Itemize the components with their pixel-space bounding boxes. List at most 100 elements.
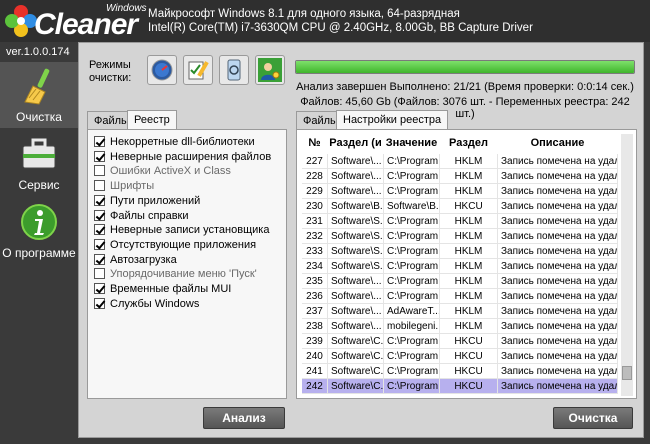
sidebar-item-cleaning[interactable]: Очистка (0, 62, 78, 128)
user-settings-icon (258, 58, 282, 82)
table-cell: HKLM (440, 319, 498, 334)
table-row[interactable]: 229Software\...C:\Program ...HKLMЗапись … (302, 184, 618, 199)
table-row[interactable]: 232Software\S...C:\Program ...HKLMЗапись… (302, 229, 618, 244)
toolbox-icon (22, 138, 56, 169)
table-row[interactable]: 240Software\C...C:\Program ...HKCUЗапись… (302, 349, 618, 364)
table-cell: 228 (302, 169, 328, 184)
broom-icon (24, 68, 50, 105)
table-cell: C:\Program ... (384, 349, 440, 364)
table-cell: 231 (302, 214, 328, 229)
table-cell: Запись помечена на удале... (498, 169, 618, 184)
table-row[interactable]: 236Software\...C:\Program ...HKLMЗапись … (302, 289, 618, 304)
table-cell: Запись помечена на удале... (498, 199, 618, 214)
column-header-hive[interactable]: Раздел (440, 134, 498, 152)
checkbox-checked[interactable] (94, 253, 105, 265)
registry-option-checkbox[interactable]: Шрифты (94, 180, 154, 195)
table-cell: HKLM (440, 259, 498, 274)
table-cell: Software\... (328, 154, 384, 169)
registry-option-label: Службы Windows (110, 297, 200, 310)
registry-option-checkbox[interactable]: Временные файлы MUI (94, 283, 231, 298)
table-cell: C:\Program ... (384, 334, 440, 349)
column-header-value[interactable]: Значение (384, 134, 440, 152)
analyze-button[interactable]: Анализ (203, 407, 285, 429)
system-info: Майкрософт Windows 8.1 для одного языка,… (148, 7, 533, 35)
checkbox-unchecked[interactable] (94, 165, 105, 177)
table-cell: Software\S... (328, 244, 384, 259)
system-info-os: Майкрософт Windows 8.1 для одного языка,… (148, 8, 460, 20)
clean-button[interactable]: Очистка (553, 407, 633, 429)
sidebar: ver.1.0.0.174 Очистка Сервис О программе (0, 42, 78, 444)
table-cell: Software\C... (328, 379, 384, 394)
table-cell: Software\... (328, 274, 384, 289)
checkbox-checked[interactable] (94, 297, 105, 309)
table-cell: HKLM (440, 304, 498, 319)
table-row[interactable]: 242Software\C...C:\Program ...HKCUЗапись… (302, 379, 618, 394)
table-row[interactable]: 230 Software\B... Software\B... HKCU Запись … (302, 199, 618, 214)
sidebar-item-service[interactable]: Сервис (0, 130, 78, 196)
version-label: ver.1.0.0.174 (6, 46, 70, 58)
checkbox-checked[interactable] (94, 209, 105, 221)
cleaning-modes-label: Режимы очистки: (89, 59, 132, 84)
table-cell: HKLM (440, 184, 498, 199)
table-cell: C:\Program ... (384, 229, 440, 244)
table-cell: Software\C... (328, 334, 384, 349)
table-row[interactable]: 231Software\S...C:\Program ...HKLMЗапись… (302, 214, 618, 229)
column-header-description[interactable]: Описание (498, 134, 618, 152)
registry-option-checkbox[interactable]: Пути приложений (94, 194, 201, 210)
checkbox-unchecked[interactable] (94, 180, 105, 192)
status-analysis-complete: Анализ завершен Выполнено: 21/21 (Время … (296, 81, 634, 93)
table-cell: C:\Program ... (384, 289, 440, 304)
table-row[interactable]: 235Software\...C:\Program ...HKLMЗапись … (302, 274, 618, 289)
table-cell: 241 (302, 364, 328, 379)
app-logo: Windows Cleaner (4, 2, 146, 41)
registry-option-label: Пути приложений (110, 194, 201, 207)
registry-option-checkbox[interactable]: Некорретные dll-библиотеки (94, 136, 255, 151)
column-header-key[interactable]: Раздел (и (328, 134, 384, 152)
registry-option-checkbox[interactable]: Неверные расширения файлов (94, 150, 271, 166)
column-header-number[interactable]: № (302, 134, 328, 152)
tab-registry[interactable]: Реестр (127, 110, 177, 129)
checkbox-unchecked[interactable] (94, 268, 105, 280)
grid-scrollbar[interactable] (621, 134, 633, 396)
table-cell: Запись помечена на удале... (498, 379, 618, 394)
registry-option-checkbox[interactable]: Автозагрузка (94, 253, 177, 269)
mode-device-button[interactable] (219, 55, 249, 85)
checkbox-checked[interactable] (94, 136, 105, 147)
table-row[interactable]: 228Software\...C:\Program ...HKLMЗапись … (302, 169, 618, 184)
table-row[interactable]: 238 Software\... mobilegeni... HKLM Запись п… (302, 319, 618, 334)
table-row[interactable]: 241Software\C...C:\Program ...HKCUЗапись… (302, 364, 618, 379)
registry-option-checkbox[interactable]: Файлы справки (94, 209, 189, 225)
registry-option-checkbox[interactable]: Неверные записи установщика (94, 224, 269, 239)
registry-option-checkbox[interactable]: Ошибки ActiveX и Class (94, 165, 231, 180)
tab-registry-settings[interactable]: Настройки реестра (336, 110, 449, 129)
table-row[interactable]: 233Software\S...C:\Program ...HKLMЗапись… (302, 244, 618, 259)
table-cell: Software\... (328, 289, 384, 304)
checkbox-checked[interactable] (94, 150, 105, 162)
mode-checklist-button[interactable] (183, 55, 213, 85)
registry-option-checkbox[interactable]: Упорядочивание меню 'Пуск' (94, 268, 257, 283)
table-row[interactable]: 227Software\...C:\Program ...HKLMЗапись … (302, 154, 618, 169)
table-cell: mobilegeni... (384, 319, 440, 334)
table-cell: C:\Program ... (384, 244, 440, 259)
table-cell: Software\... (328, 169, 384, 184)
mode-user-button[interactable] (255, 55, 285, 85)
registry-option-checkbox[interactable]: Службы Windows (94, 297, 200, 313)
table-cell: HKCU (440, 349, 498, 364)
table-row[interactable]: 239Software\C...C:\Program ...HKCUЗапись… (302, 334, 618, 349)
table-row[interactable]: 237 Software\... AdAwareT... HKLM Запись пом… (302, 304, 618, 319)
sidebar-item-about[interactable]: О программе (0, 198, 78, 264)
mode-speed-button[interactable] (147, 55, 177, 85)
sidebar-item-label: Сервис (18, 178, 60, 192)
checkbox-checked[interactable] (94, 194, 105, 206)
scrollbar-thumb[interactable] (622, 366, 632, 380)
table-cell: AdAwareT... (384, 304, 440, 319)
checkbox-checked[interactable] (94, 283, 105, 294)
table-cell: Software\S... (328, 229, 384, 244)
table-cell: 238 (302, 319, 328, 334)
table-cell: 237 (302, 304, 328, 319)
table-row[interactable]: 234Software\S...C:\Program ...HKLMЗапись… (302, 259, 618, 274)
registry-option-checkbox[interactable]: Отсутствующие приложения (94, 238, 256, 254)
checkbox-checked[interactable] (94, 238, 105, 250)
registry-option-label: Автозагрузка (110, 253, 177, 266)
checkbox-checked[interactable] (94, 224, 105, 236)
